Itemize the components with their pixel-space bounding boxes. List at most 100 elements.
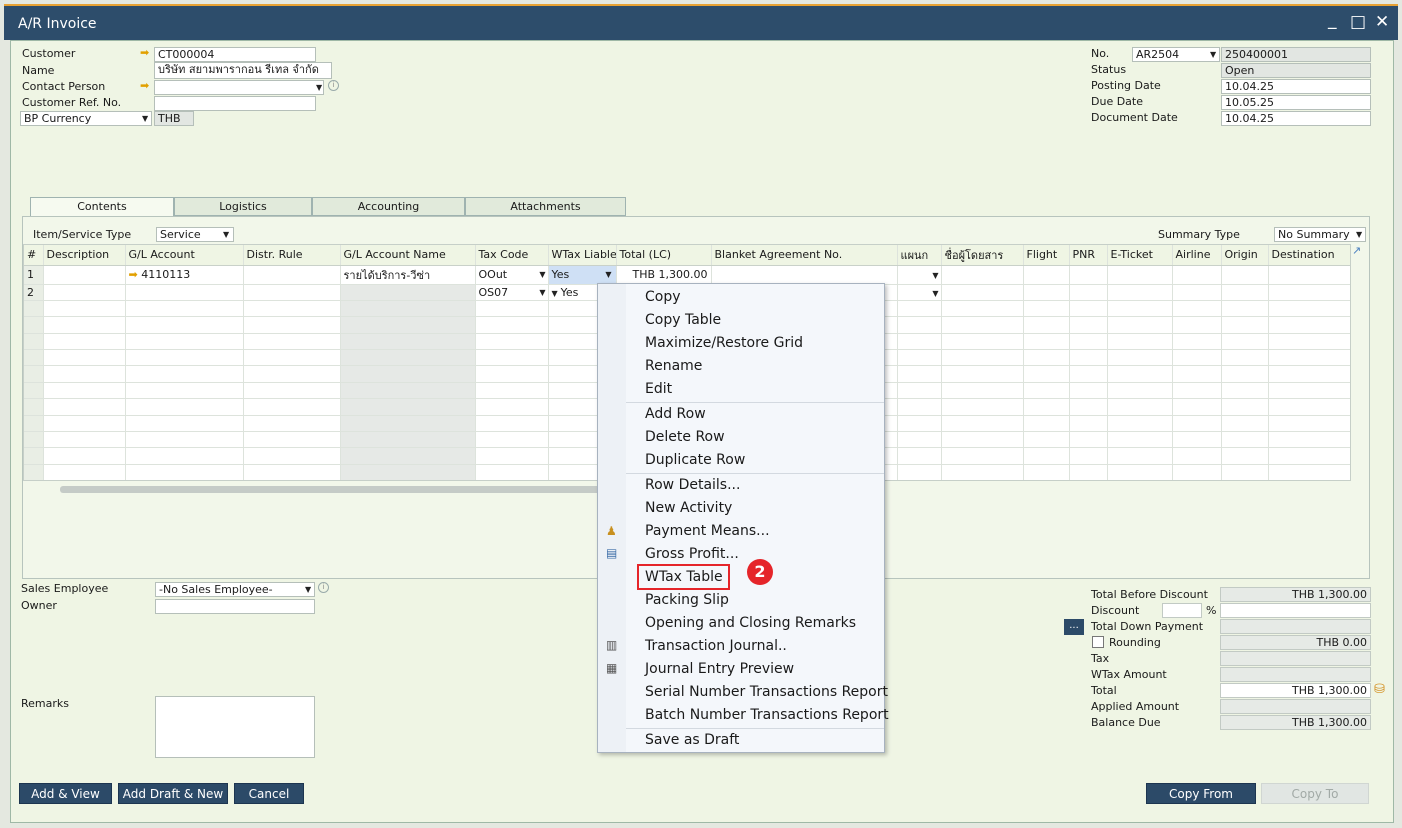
dropdown-icon[interactable]: ▼ [539, 288, 547, 297]
menu-item-gross-profit[interactable]: Gross Profit... [645, 546, 739, 562]
empty-cell[interactable] [1172, 316, 1222, 334]
column-header[interactable]: Flight [1023, 245, 1070, 266]
column-header[interactable]: WTax Liable [548, 245, 617, 266]
empty-cell[interactable] [1069, 431, 1108, 449]
blanket-agreement-cell[interactable] [711, 265, 898, 285]
empty-cell[interactable] [43, 316, 126, 334]
empty-cell[interactable] [243, 464, 341, 480]
empty-cell[interactable] [1268, 431, 1350, 449]
empty-cell[interactable] [475, 415, 549, 433]
empty-cell[interactable] [243, 333, 341, 351]
empty-cell[interactable] [475, 382, 549, 400]
empty-cell[interactable] [897, 349, 942, 367]
empty-cell[interactable] [125, 382, 244, 400]
empty-cell[interactable] [897, 365, 942, 383]
empty-cell[interactable] [43, 349, 126, 367]
empty-cell[interactable] [340, 464, 476, 480]
minimize-button[interactable]: _ [1328, 10, 1337, 30]
empty-cell[interactable] [1172, 398, 1222, 416]
empty-cell[interactable] [1268, 333, 1350, 351]
empty-cell[interactable] [1107, 365, 1173, 383]
empty-cell[interactable] [475, 365, 549, 383]
empty-cell[interactable] [1069, 365, 1108, 383]
empty-cell[interactable] [1107, 415, 1173, 433]
empty-cell[interactable] [243, 447, 341, 465]
menu-item-packing-slip[interactable]: Packing Slip [645, 592, 729, 608]
empty-cell[interactable] [125, 447, 244, 465]
department-cell[interactable]: ▼ [897, 284, 942, 301]
coins-icon[interactable]: ⛁ [1374, 682, 1385, 697]
empty-cell[interactable] [1069, 415, 1108, 433]
link-arrow-icon[interactable]: ➡ [140, 46, 149, 59]
empty-cell[interactable] [941, 464, 1024, 480]
empty-cell[interactable] [1107, 382, 1173, 400]
empty-cell[interactable] [43, 431, 126, 449]
empty-cell[interactable] [897, 398, 942, 416]
empty-cell[interactable] [243, 300, 341, 318]
horizontal-scrollbar[interactable] [60, 486, 600, 493]
empty-cell[interactable] [243, 349, 341, 367]
cancel-button[interactable]: Cancel [234, 783, 304, 804]
empty-cell[interactable] [941, 300, 1024, 318]
column-header[interactable]: G/L Account Name [340, 245, 476, 266]
empty-cell[interactable] [125, 464, 244, 480]
empty-cell[interactable] [475, 333, 549, 351]
empty-cell[interactable] [1268, 300, 1350, 318]
empty-cell[interactable] [1221, 300, 1269, 318]
link-arrow-icon[interactable]: ➡ [129, 268, 138, 281]
empty-cell[interactable] [1023, 365, 1070, 383]
eticket-cell[interactable] [1107, 265, 1173, 285]
empty-cell[interactable] [897, 415, 942, 433]
empty-cell[interactable] [1172, 464, 1222, 480]
empty-cell[interactable] [1069, 349, 1108, 367]
column-header[interactable]: # [24, 245, 44, 266]
empty-cell[interactable] [24, 365, 44, 383]
destination-cell[interactable] [1268, 284, 1350, 301]
empty-cell[interactable] [1268, 316, 1350, 334]
empty-cell[interactable] [1069, 316, 1108, 334]
empty-cell[interactable] [1023, 300, 1070, 318]
empty-cell[interactable] [1221, 415, 1269, 433]
empty-cell[interactable] [1172, 333, 1222, 351]
empty-cell[interactable] [475, 316, 549, 334]
empty-cell[interactable] [1023, 398, 1070, 416]
passenger-cell[interactable] [941, 265, 1024, 285]
summary-type-select[interactable]: No Summary [1274, 227, 1366, 242]
table-row[interactable]: 1 ➡ 4110113 รายได้บริการ-วีซ่า OOut ▼ Yes… [24, 265, 1350, 285]
gl-account-cell[interactable]: ➡ 4110113 [125, 265, 244, 285]
empty-cell[interactable] [1023, 349, 1070, 367]
column-header[interactable]: Distr. Rule [243, 245, 341, 266]
description-cell[interactable] [43, 265, 126, 285]
empty-cell[interactable] [1023, 333, 1070, 351]
empty-cell[interactable] [1221, 464, 1269, 480]
airline-cell[interactable] [1172, 284, 1222, 301]
menu-item-edit[interactable]: Edit [645, 381, 672, 397]
empty-cell[interactable] [125, 300, 244, 318]
dropdown-icon[interactable]: ▼ [932, 289, 940, 298]
column-header[interactable]: G/L Account [125, 245, 244, 266]
empty-cell[interactable] [1107, 300, 1173, 318]
airline-cell[interactable] [1172, 265, 1222, 285]
info-icon[interactable]: i [328, 80, 339, 91]
empty-cell[interactable] [1172, 349, 1222, 367]
empty-cell[interactable] [1023, 464, 1070, 480]
empty-cell[interactable] [340, 316, 476, 334]
empty-cell[interactable] [24, 415, 44, 433]
empty-cell[interactable] [1107, 349, 1173, 367]
menu-item-copy-table[interactable]: Copy Table [645, 312, 721, 328]
menu-item-batch-number-report[interactable]: Batch Number Transactions Report [645, 707, 889, 723]
dropdown-icon[interactable]: ▼ [142, 114, 148, 123]
empty-cell[interactable] [1069, 398, 1108, 416]
dropdown-icon[interactable]: ▼ [223, 230, 229, 239]
empty-cell[interactable] [340, 415, 476, 433]
empty-cell[interactable] [475, 398, 549, 416]
column-header[interactable]: Description [43, 245, 126, 266]
menu-item-duplicate-row[interactable]: Duplicate Row [645, 452, 745, 468]
empty-cell[interactable] [1221, 333, 1269, 351]
menu-item-delete-row[interactable]: Delete Row [645, 429, 725, 445]
empty-cell[interactable] [340, 300, 476, 318]
empty-cell[interactable] [1221, 316, 1269, 334]
empty-cell[interactable] [1268, 415, 1350, 433]
dropdown-icon[interactable]: ▼ [605, 270, 615, 279]
empty-cell[interactable] [340, 382, 476, 400]
